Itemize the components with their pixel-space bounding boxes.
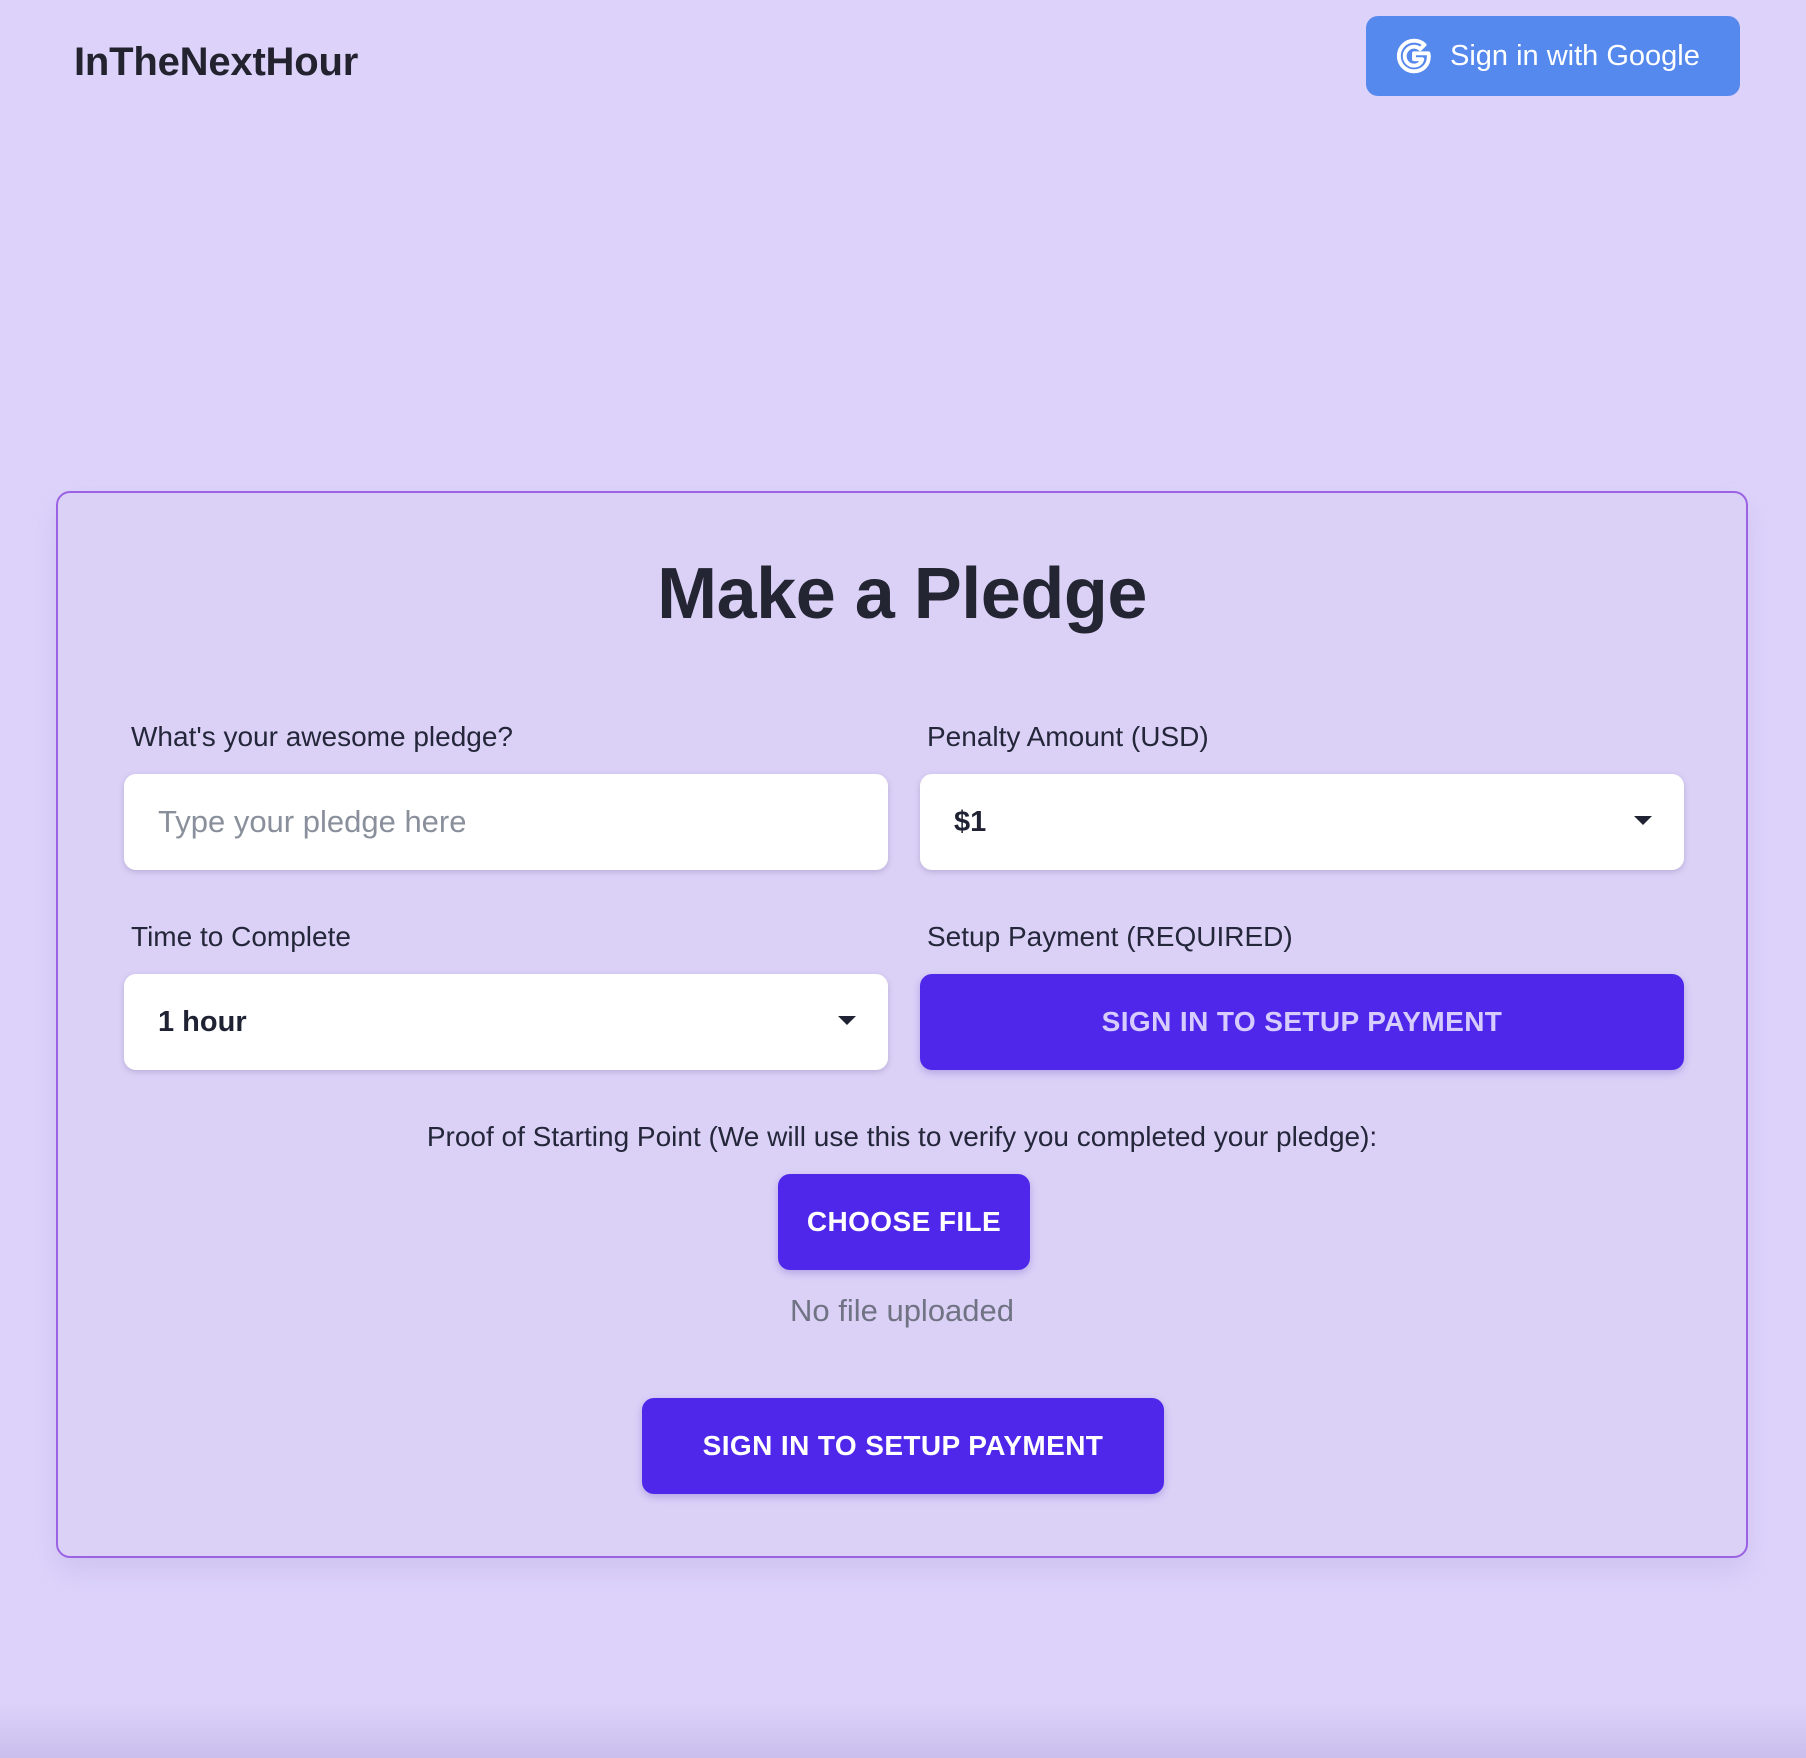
setup-payment-button[interactable]: SIGN IN TO SETUP PAYMENT: [920, 974, 1684, 1070]
payment-label: Setup Payment (REQUIRED): [927, 921, 1293, 952]
time-label: Time to Complete: [131, 921, 351, 952]
pledge-label: What's your awesome pledge?: [131, 721, 513, 752]
google-sign-in-label: Sign in with Google: [1450, 39, 1700, 72]
submit-button[interactable]: SIGN IN TO SETUP PAYMENT: [642, 1398, 1164, 1494]
pledge-card: Make a Pledge What's your awesome pledge…: [56, 491, 1748, 1558]
page-title: Make a Pledge: [657, 554, 1147, 634]
chevron-down-icon: [838, 1016, 856, 1025]
proof-label: Proof of Starting Point (We will use thi…: [426, 1121, 1378, 1152]
pledge-input-wrapper: [124, 774, 888, 870]
top-header: InTheNextHour Sign in with Google: [0, 0, 1806, 130]
penalty-label: Penalty Amount (USD): [927, 721, 1209, 752]
file-status-text: No file uploaded: [789, 1293, 1015, 1328]
chevron-down-icon: [1634, 816, 1652, 825]
choose-file-button[interactable]: CHOOSE FILE: [778, 1174, 1030, 1270]
pledge-input[interactable]: [124, 774, 888, 870]
submit-button-label: SIGN IN TO SETUP PAYMENT: [702, 1430, 1104, 1461]
setup-payment-button-label: SIGN IN TO SETUP PAYMENT: [1101, 1006, 1503, 1037]
page-bottom-shadow: [0, 1700, 1806, 1758]
penalty-select[interactable]: $1: [920, 774, 1684, 870]
brand-logo-text[interactable]: InTheNextHour: [74, 40, 358, 85]
penalty-selected-value: $1: [954, 806, 987, 838]
time-selected-value: 1 hour: [158, 1006, 247, 1038]
google-sign-in-button[interactable]: Sign in with Google: [1366, 16, 1740, 96]
time-select[interactable]: 1 hour: [124, 974, 888, 1070]
choose-file-label: CHOOSE FILE: [806, 1206, 1002, 1237]
google-g-icon: [1396, 38, 1431, 74]
